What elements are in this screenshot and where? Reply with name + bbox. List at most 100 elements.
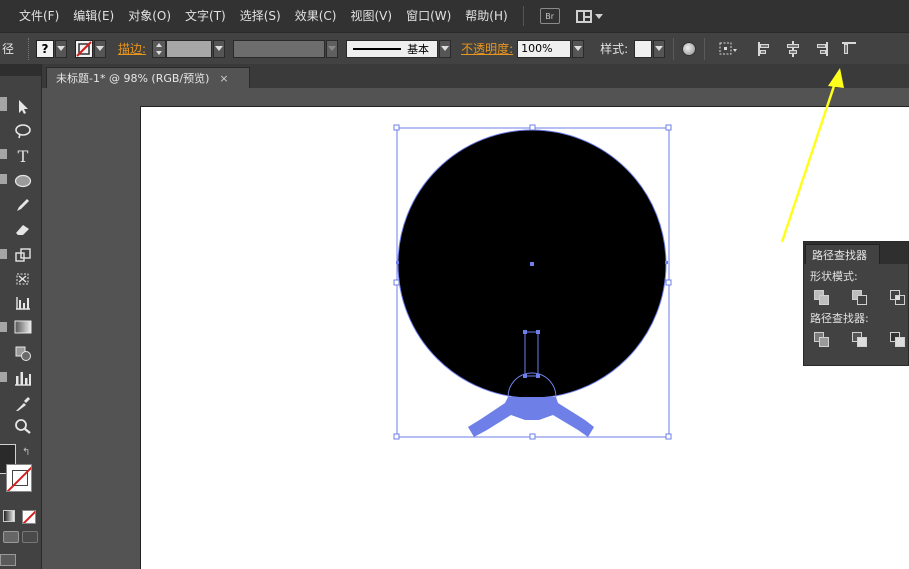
unite-icon[interactable] [814, 290, 830, 306]
opacity-dropdown[interactable] [572, 39, 585, 58]
tool-edge-partial [0, 174, 7, 184]
pencil-tool-icon[interactable] [13, 195, 33, 215]
menu-view[interactable]: 视图(V) [343, 0, 399, 32]
graphic-style-dropdown[interactable] [653, 39, 666, 58]
menu-object[interactable]: 对象(O) [121, 0, 178, 32]
stroke-label[interactable]: 描边: [118, 40, 146, 57]
opacity-field[interactable]: 100% [517, 39, 572, 58]
lasso-tool-icon[interactable] [13, 121, 33, 141]
menu-effect[interactable]: 效果(C) [288, 0, 344, 32]
fill-swatch[interactable]: ? [36, 39, 55, 58]
ellipse-tool-icon[interactable] [13, 171, 33, 191]
control-separator [673, 37, 675, 60]
menu-help[interactable]: 帮助(H) [458, 0, 514, 32]
stroke-swatch[interactable] [75, 39, 94, 58]
brush-line-sample [353, 47, 402, 50]
tool-edge-partial [0, 249, 7, 259]
chevron-down-icon [655, 46, 664, 51]
menu-window[interactable]: 窗口(W) [399, 0, 458, 32]
stroke-color-box[interactable] [6, 464, 32, 492]
pathfinder-panel: 路径查找器 形状模式: 路径查找器: [803, 241, 909, 366]
illustrator-window: 文件(F) 编辑(E) 对象(O) 文字(T) 选择(S) 效果(C) 视图(V… [0, 0, 909, 569]
chevron-down-icon [57, 46, 66, 51]
column-graph-icon[interactable] [13, 368, 33, 388]
annotation-arrow [780, 68, 844, 243]
recolor-artwork-icon[interactable] [682, 41, 697, 56]
brush-definition-field[interactable]: 基本 [346, 39, 439, 58]
type-tool-icon[interactable]: T [13, 146, 33, 166]
document-tab[interactable]: 未标题-1* @ 98% (RGB/预览) × [46, 67, 250, 88]
eyedropper-icon[interactable] [13, 394, 33, 414]
variable-width-profile[interactable] [233, 39, 326, 58]
screen-mode-icon[interactable] [0, 554, 16, 566]
menu-file[interactable]: 文件(F) [12, 0, 66, 32]
chevron-down-icon [96, 46, 105, 51]
bridge-button[interactable]: Br [539, 8, 560, 24]
draw-behind-icon[interactable] [22, 531, 38, 543]
chevron-down-icon [215, 46, 224, 51]
opacity-label[interactable]: 不透明度: [461, 40, 513, 57]
graph-tool-icon[interactable] [13, 293, 33, 313]
tool-edge-partial [0, 149, 7, 159]
brush-dropdown[interactable] [439, 39, 452, 58]
pathfinder-tab-bar: 路径查找器 [804, 242, 908, 264]
arrange-documents-icon [575, 9, 592, 23]
document-tab-title: 未标题-1* @ 98% (RGB/预览) [56, 72, 210, 85]
chevron-down-icon [441, 46, 450, 51]
pathfinders-label: 路径查找器: [810, 312, 869, 325]
pathfinder-tab[interactable]: 路径查找器 [805, 244, 880, 264]
intersect-icon[interactable] [890, 290, 906, 306]
menu-separator [522, 6, 524, 26]
align-right-icon[interactable] [813, 41, 829, 57]
trim-icon[interactable] [852, 332, 868, 348]
minus-front-icon[interactable] [852, 290, 868, 306]
pathfinders-row [804, 332, 908, 348]
graphic-style-swatch[interactable] [634, 39, 653, 58]
stroke-weight-dropdown[interactable] [213, 39, 226, 58]
scale-tool-icon[interactable] [13, 245, 33, 265]
align-horizontal-center-icon[interactable] [785, 40, 801, 57]
shape-modes-label: 形状模式: [810, 270, 858, 283]
direct-selection-tool-partial[interactable] [0, 97, 7, 111]
align-left-icon[interactable] [757, 41, 773, 57]
stroke-weight-stepper[interactable] [152, 39, 167, 58]
shape-builder-icon[interactable] [13, 343, 33, 363]
tool-edge-partial [0, 322, 7, 332]
selection-tool-icon[interactable] [13, 97, 33, 117]
draw-mode-icon[interactable] [3, 531, 19, 543]
merge-icon[interactable] [890, 332, 906, 348]
swap-colors-icon[interactable]: ↰ [22, 447, 30, 458]
stroke-weight-field[interactable] [166, 39, 213, 58]
variable-width-dropdown[interactable] [326, 39, 339, 58]
menu-bar: 文件(F) 编辑(E) 对象(O) 文字(T) 选择(S) 效果(C) 视图(V… [0, 0, 909, 32]
free-transform-icon[interactable] [13, 269, 33, 289]
eraser-tool-icon[interactable] [13, 219, 33, 239]
divide-icon[interactable] [814, 332, 830, 348]
stroke-inner [12, 470, 28, 486]
tools-panel: T ↰ [0, 64, 42, 569]
arrange-documents-button[interactable] [575, 9, 603, 23]
menu-edit[interactable]: 编辑(E) [66, 0, 121, 32]
close-icon[interactable]: × [219, 72, 228, 85]
tool-edge-partial [0, 372, 7, 382]
control-separator [704, 37, 706, 60]
transform-reference-icon[interactable] [719, 41, 738, 57]
stroke-dropdown[interactable] [94, 39, 107, 58]
chevron-down-icon [594, 13, 603, 19]
menu-select[interactable]: 选择(S) [233, 0, 288, 32]
tools-panel-header [0, 64, 41, 76]
control-bar-grip[interactable] [28, 37, 32, 60]
none-mode-icon[interactable] [22, 510, 36, 524]
style-label: 样式: [600, 42, 629, 56]
menu-type[interactable]: 文字(T) [178, 0, 233, 32]
gradient-tool-icon[interactable] [13, 317, 33, 337]
fill-dropdown[interactable] [55, 39, 68, 58]
shape-modes-row [804, 290, 908, 306]
zoom-icon[interactable] [13, 416, 33, 436]
align-top-icon[interactable] [841, 41, 857, 57]
blue-stand-shape[interactable] [468, 397, 594, 437]
gradient-mode-icon[interactable] [3, 510, 15, 522]
no-stroke-icon [76, 40, 92, 57]
selection-type-label: 径 [2, 42, 15, 56]
chevron-down-icon [574, 46, 583, 51]
